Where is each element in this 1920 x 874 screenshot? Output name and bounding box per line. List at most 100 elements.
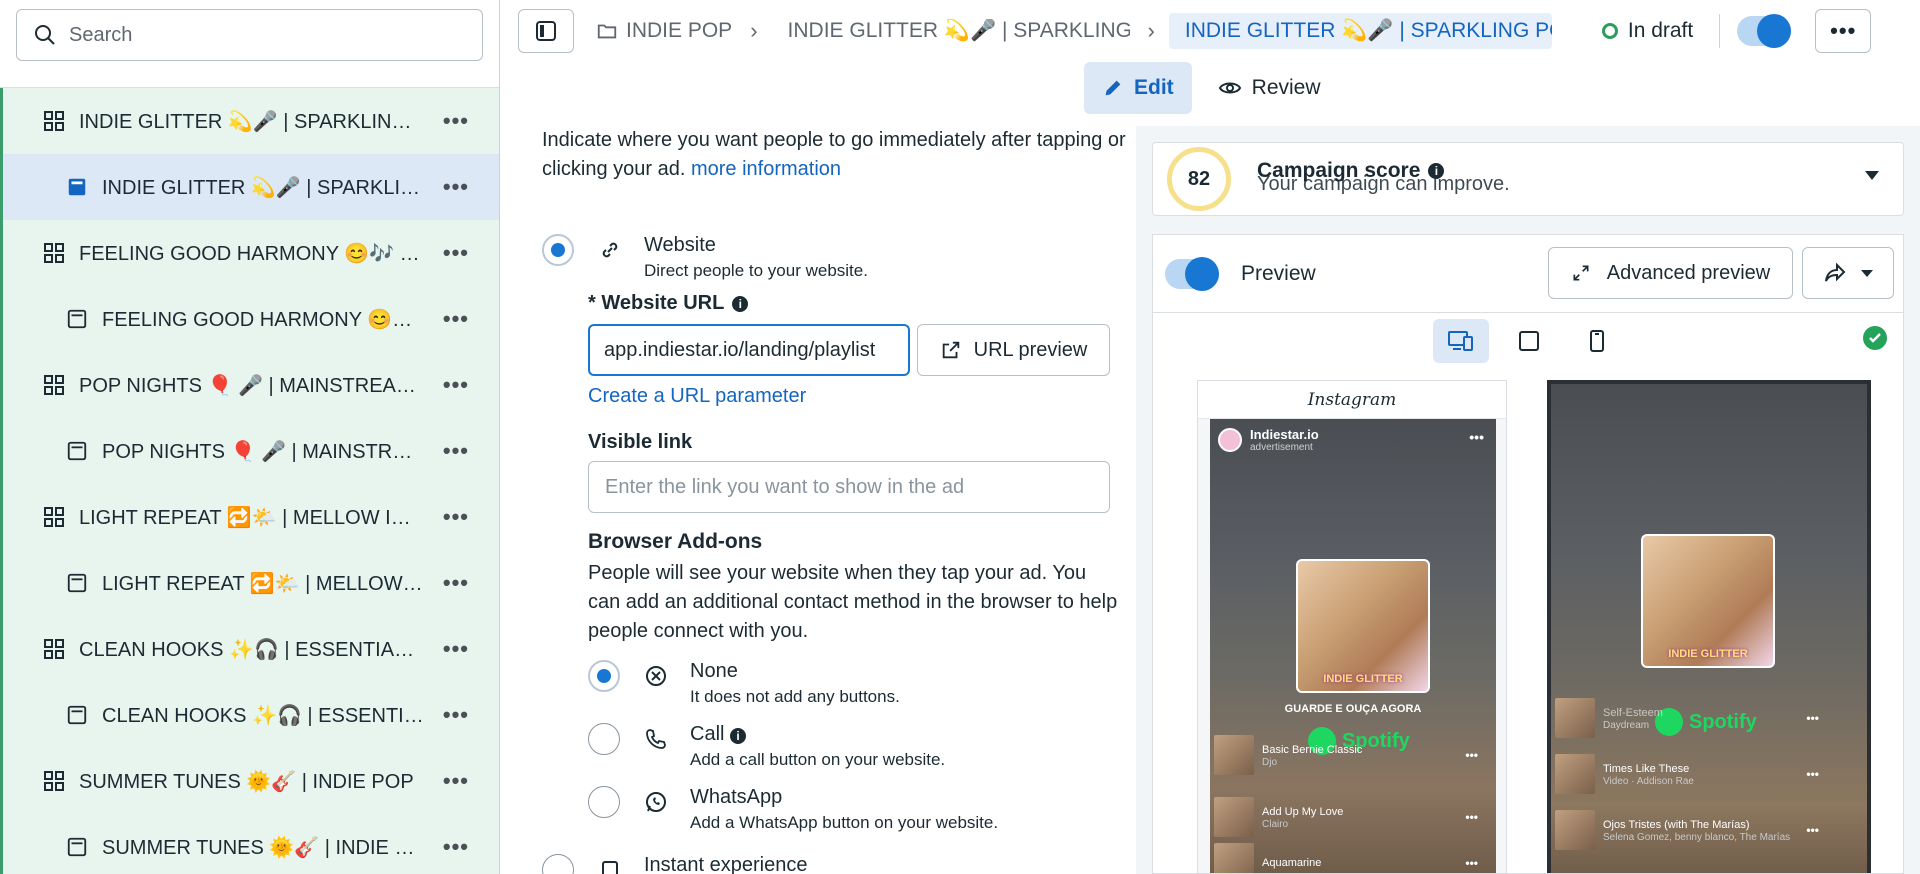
instant-experience-radio[interactable] [542, 854, 574, 874]
whatsapp-icon [642, 788, 670, 816]
playlist-cover: INDIE GLITTER [1641, 534, 1775, 668]
tree-item-ad[interactable]: POP NIGHTS 🎈 🎤 | MAINSTREAM POP ••• [3, 418, 499, 484]
more-icon[interactable]: ••• [443, 504, 469, 530]
search-icon [35, 25, 55, 45]
more-icon[interactable]: ••• [443, 834, 469, 860]
instagram-story-preview[interactable]: INDIE GLITTER Spotify Self-Esteem Daydrea… [1547, 380, 1871, 873]
browser-addons-title: Browser Add-ons [588, 530, 763, 553]
more-icon[interactable]: ••• [1469, 429, 1484, 445]
more-icon[interactable]: ••• [443, 306, 469, 332]
campaign-tree-sidebar: Search INDIE GLITTER 💫🎤 | SPARKLING POP •… [0, 0, 500, 874]
breadcrumb-adset[interactable]: INDIE GLITTER 💫🎤 | SPARKLING POP [780, 19, 1130, 43]
breadcrumb-ad-label: INDIE GLITTER 💫🎤 | SPARKLING POP [1184, 19, 1552, 42]
share-button[interactable] [1802, 247, 1894, 299]
tree-item-ad[interactable]: INDIE GLITTER 💫🎤 | SPARKLING POP ••• [3, 154, 499, 220]
more-icon: ••• [1465, 810, 1478, 824]
url-preview-button[interactable]: URL preview [917, 324, 1110, 376]
tree-item-adset[interactable]: POP NIGHTS 🎈 🎤 | MAINSTREAM POP ••• [3, 352, 499, 418]
addon-call-title: Call i [690, 723, 945, 746]
more-information-link[interactable]: more information [691, 158, 841, 180]
track-title: Ojos Tristes (with The Marías) [1603, 818, 1750, 831]
addon-whatsapp-radio[interactable] [588, 786, 620, 818]
website-radio[interactable] [542, 234, 574, 266]
search-input[interactable]: Search [16, 9, 483, 61]
tree-item-ad[interactable]: LIGHT REPEAT 🔁🌤️ | MELLOW INDIE ••• [3, 550, 499, 616]
square-feed-icon[interactable] [1501, 319, 1557, 363]
destination-form: Indicate where you want people to go imm… [520, 126, 1135, 874]
addon-call-radio[interactable] [588, 723, 620, 755]
more-icon[interactable]: ••• [443, 108, 469, 134]
edit-tab[interactable]: Edit [1084, 62, 1192, 114]
more-icon[interactable]: ••• [443, 570, 469, 596]
breadcrumb-campaign[interactable]: INDIE POP [596, 19, 732, 43]
info-icon[interactable]: i [1428, 163, 1445, 179]
toggle-sidebar-button[interactable] [518, 9, 574, 53]
breadcrumb-campaign-label: INDIE POP [626, 19, 733, 42]
grid-icon [41, 240, 67, 266]
more-icon[interactable]: ••• [443, 768, 469, 794]
chevron-down-icon[interactable] [1865, 171, 1879, 180]
campaign-score-card[interactable]: 82 Your campaign can improve. Campaign s… [1152, 142, 1904, 216]
tree-item-ad[interactable]: CLEAN HOOKS ✨🎧 | ESSENTIAL POP ••• [3, 682, 499, 748]
edit-tab-label: Edit [1134, 76, 1174, 99]
story-image: Indiestar.io advertisement ••• INDIE GLI… [1210, 419, 1496, 873]
desktop-mobile-icon[interactable] [1433, 319, 1489, 363]
tree-item-adset[interactable]: LIGHT REPEAT 🔁🌤️ | MELLOW INDIE ••• [3, 484, 499, 550]
more-icon[interactable]: ••• [443, 702, 469, 728]
url-preview-label: URL preview [973, 338, 1088, 361]
tree-item-ad[interactable]: SUMMER TUNES 🌞🎸 | INDIE POP ••• [3, 814, 499, 874]
addon-call-option[interactable]: Call i Add a call button on your website… [588, 723, 945, 770]
tree-item-ad[interactable]: FEELING GOOD HARMONY 😊🎶 | FEEL GOOD ••• [3, 286, 499, 352]
campaign-tree: INDIE GLITTER 💫🎤 | SPARKLING POP ••• INDIE… [0, 88, 499, 874]
tree-item-label: CLEAN HOOKS ✨🎧 | ESSENTIAL POP [79, 638, 424, 661]
visible-link-input[interactable]: Enter the link you want to show in the a… [588, 461, 1110, 513]
preview-header: Preview Advanced preview [1153, 235, 1903, 313]
addon-whatsapp-option[interactable]: WhatsApp Add a WhatsApp button on your w… [588, 786, 998, 833]
track-art [1555, 810, 1595, 850]
vertical-story-icon[interactable] [1569, 319, 1625, 363]
tree-item-adset[interactable]: SUMMER TUNES 🌞🎸 | INDIE POP ••• [3, 748, 499, 814]
create-url-parameter-link[interactable]: Create a URL parameter [588, 385, 806, 408]
ad-on-off-toggle[interactable] [1737, 14, 1792, 48]
advanced-preview-button[interactable]: Advanced preview [1548, 247, 1793, 299]
sidebar-icon [536, 21, 556, 41]
toggle-knob [1185, 256, 1219, 291]
preview-label: Preview [1241, 261, 1316, 285]
addon-none-option[interactable]: None It does not add any buttons. [588, 660, 900, 707]
grid-icon [41, 372, 67, 398]
top-bar: INDIE POP › INDIE GLITTER 💫🎤 | SPARKLING… [501, 0, 1920, 62]
instagram-feed-preview[interactable]: Instagram Indiestar.io advertisement •••… [1197, 380, 1507, 873]
tree-item-adset[interactable]: INDIE GLITTER 💫🎤 | SPARKLING POP ••• [3, 88, 499, 154]
tree-item-adset[interactable]: FEELING GOOD HARMONY 😊🎶 | FEEL GOOD ••• [3, 220, 499, 286]
ad-outline-icon [64, 702, 90, 728]
more-icon: ••• [1465, 856, 1478, 870]
info-icon[interactable]: i [730, 728, 747, 744]
instant-experience-icon [596, 856, 624, 874]
preview-panel: 82 Your campaign can improve. Campaign s… [1136, 126, 1920, 874]
expand-icon [1573, 265, 1589, 281]
breadcrumb-ad[interactable]: INDIE GLITTER 💫🎤 | SPARKLING POP [1168, 13, 1552, 49]
tree-item-label: CLEAN HOOKS ✨🎧 | ESSENTIAL POP [102, 704, 424, 727]
addon-none-radio[interactable] [588, 660, 620, 692]
track-title: Self-Esteem [1603, 706, 1663, 719]
more-icon[interactable]: ••• [443, 174, 469, 200]
more-icon[interactable]: ••• [443, 240, 469, 266]
track-artist: Djo [1262, 756, 1278, 768]
track-art [1214, 797, 1254, 837]
tree-item-adset[interactable]: CLEAN HOOKS ✨🎧 | ESSENTIAL POP ••• [3, 616, 499, 682]
preview-toggle[interactable] [1165, 256, 1219, 291]
mode-switch: Edit Review [1084, 62, 1339, 114]
website-option[interactable]: Website Direct people to your website. [542, 234, 868, 281]
instant-experience-option[interactable]: Instant experience [542, 854, 807, 874]
eye-icon [1218, 82, 1241, 94]
track-artist: Daydream [1603, 719, 1650, 731]
grid-icon [41, 108, 67, 134]
more-icon[interactable]: ••• [443, 438, 469, 464]
more-icon[interactable]: ••• [443, 372, 469, 398]
review-tab[interactable]: Review [1200, 62, 1339, 114]
website-url-input[interactable]: app.indiestar.io/landing/playlist [588, 324, 910, 376]
cover-title: INDIE GLITTER [1323, 673, 1403, 685]
info-icon[interactable]: i [732, 295, 749, 312]
more-options-button[interactable]: ••• [1815, 9, 1872, 53]
more-icon[interactable]: ••• [443, 636, 469, 662]
